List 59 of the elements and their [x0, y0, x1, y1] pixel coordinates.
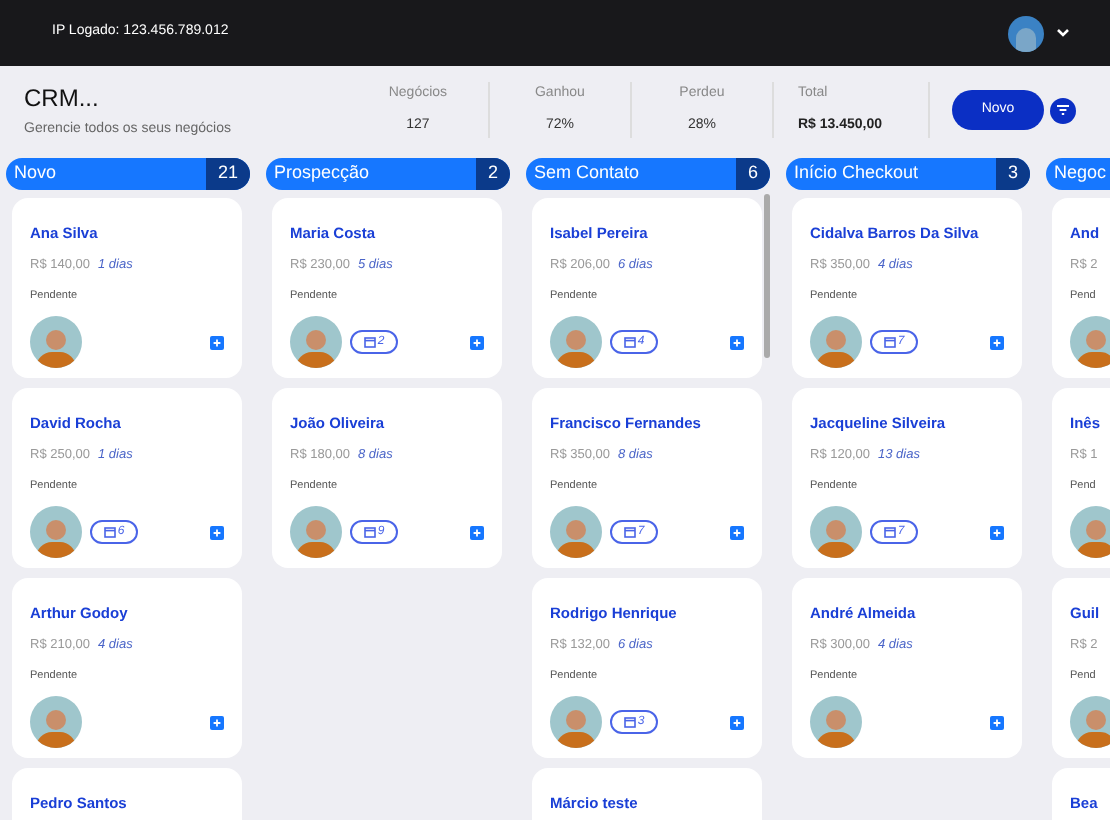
calendar-icon: [623, 336, 636, 349]
calendar-icon: [103, 526, 116, 539]
column-count: 3: [995, 158, 1030, 190]
add-button[interactable]: [730, 335, 744, 350]
plus-icon: [732, 717, 742, 728]
column-title: Novo: [12, 160, 59, 187]
calendar-icon: [363, 526, 376, 539]
avatar-silhouette-icon: [1070, 316, 1110, 369]
column-title: Prospecção: [272, 160, 372, 187]
column-count: 2: [475, 158, 510, 190]
calendar-icon: [883, 526, 896, 539]
plus-icon: [992, 717, 1002, 728]
plus-icon: [212, 337, 222, 348]
filter-button[interactable]: [1050, 97, 1076, 123]
add-button[interactable]: [990, 525, 1004, 540]
avatar-silhouette-icon: [810, 696, 862, 749]
add-button[interactable]: [470, 335, 484, 350]
avatar-silhouette-icon: [290, 506, 342, 559]
calendar-icon: [883, 336, 896, 349]
plus-icon: [212, 527, 222, 538]
chevron-down-icon[interactable]: [1056, 28, 1070, 38]
column-title: Sem Contato: [532, 160, 642, 187]
avatar-silhouette-icon: [290, 316, 342, 369]
avatar-icon[interactable]: [1008, 15, 1044, 51]
calendar-icon: [623, 716, 636, 729]
calendar-icon: [623, 526, 636, 539]
avatar-silhouette-icon: [810, 316, 862, 369]
avatar-silhouette-icon: [30, 316, 82, 369]
add-button[interactable]: [730, 525, 744, 540]
column-count: 21: [205, 158, 250, 190]
plus-icon: [472, 337, 482, 348]
column-count: 6: [735, 158, 770, 190]
add-button[interactable]: [730, 715, 744, 730]
avatar-silhouette-icon: [1070, 696, 1110, 749]
plus-icon: [732, 527, 742, 538]
filter-icon: [1056, 104, 1070, 116]
add-button[interactable]: [990, 715, 1004, 730]
plus-icon: [212, 717, 222, 728]
plus-icon: [472, 527, 482, 538]
avatar-silhouette-icon: [30, 506, 82, 559]
plus-icon: [992, 337, 1002, 348]
add-button[interactable]: [210, 525, 224, 540]
avatar-silhouette-icon: [30, 696, 82, 749]
page-title: CRM...: [24, 81, 101, 116]
avatar-silhouette-icon: [810, 506, 862, 559]
plus-icon: [992, 527, 1002, 538]
scrollbar[interactable]: [764, 194, 770, 358]
add-button[interactable]: [210, 715, 224, 730]
avatar-silhouette-icon: [550, 506, 602, 559]
add-button[interactable]: [210, 335, 224, 350]
avatar-silhouette-icon: [1070, 506, 1110, 559]
add-button[interactable]: [990, 335, 1004, 350]
avatar-silhouette-icon: [550, 696, 602, 749]
plus-icon: [732, 337, 742, 348]
avatar-silhouette-icon: [550, 316, 602, 369]
calendar-icon: [363, 336, 376, 349]
add-button[interactable]: [470, 525, 484, 540]
column-title: Início Checkout: [792, 160, 921, 187]
column-title: Negoc: [1052, 160, 1109, 187]
